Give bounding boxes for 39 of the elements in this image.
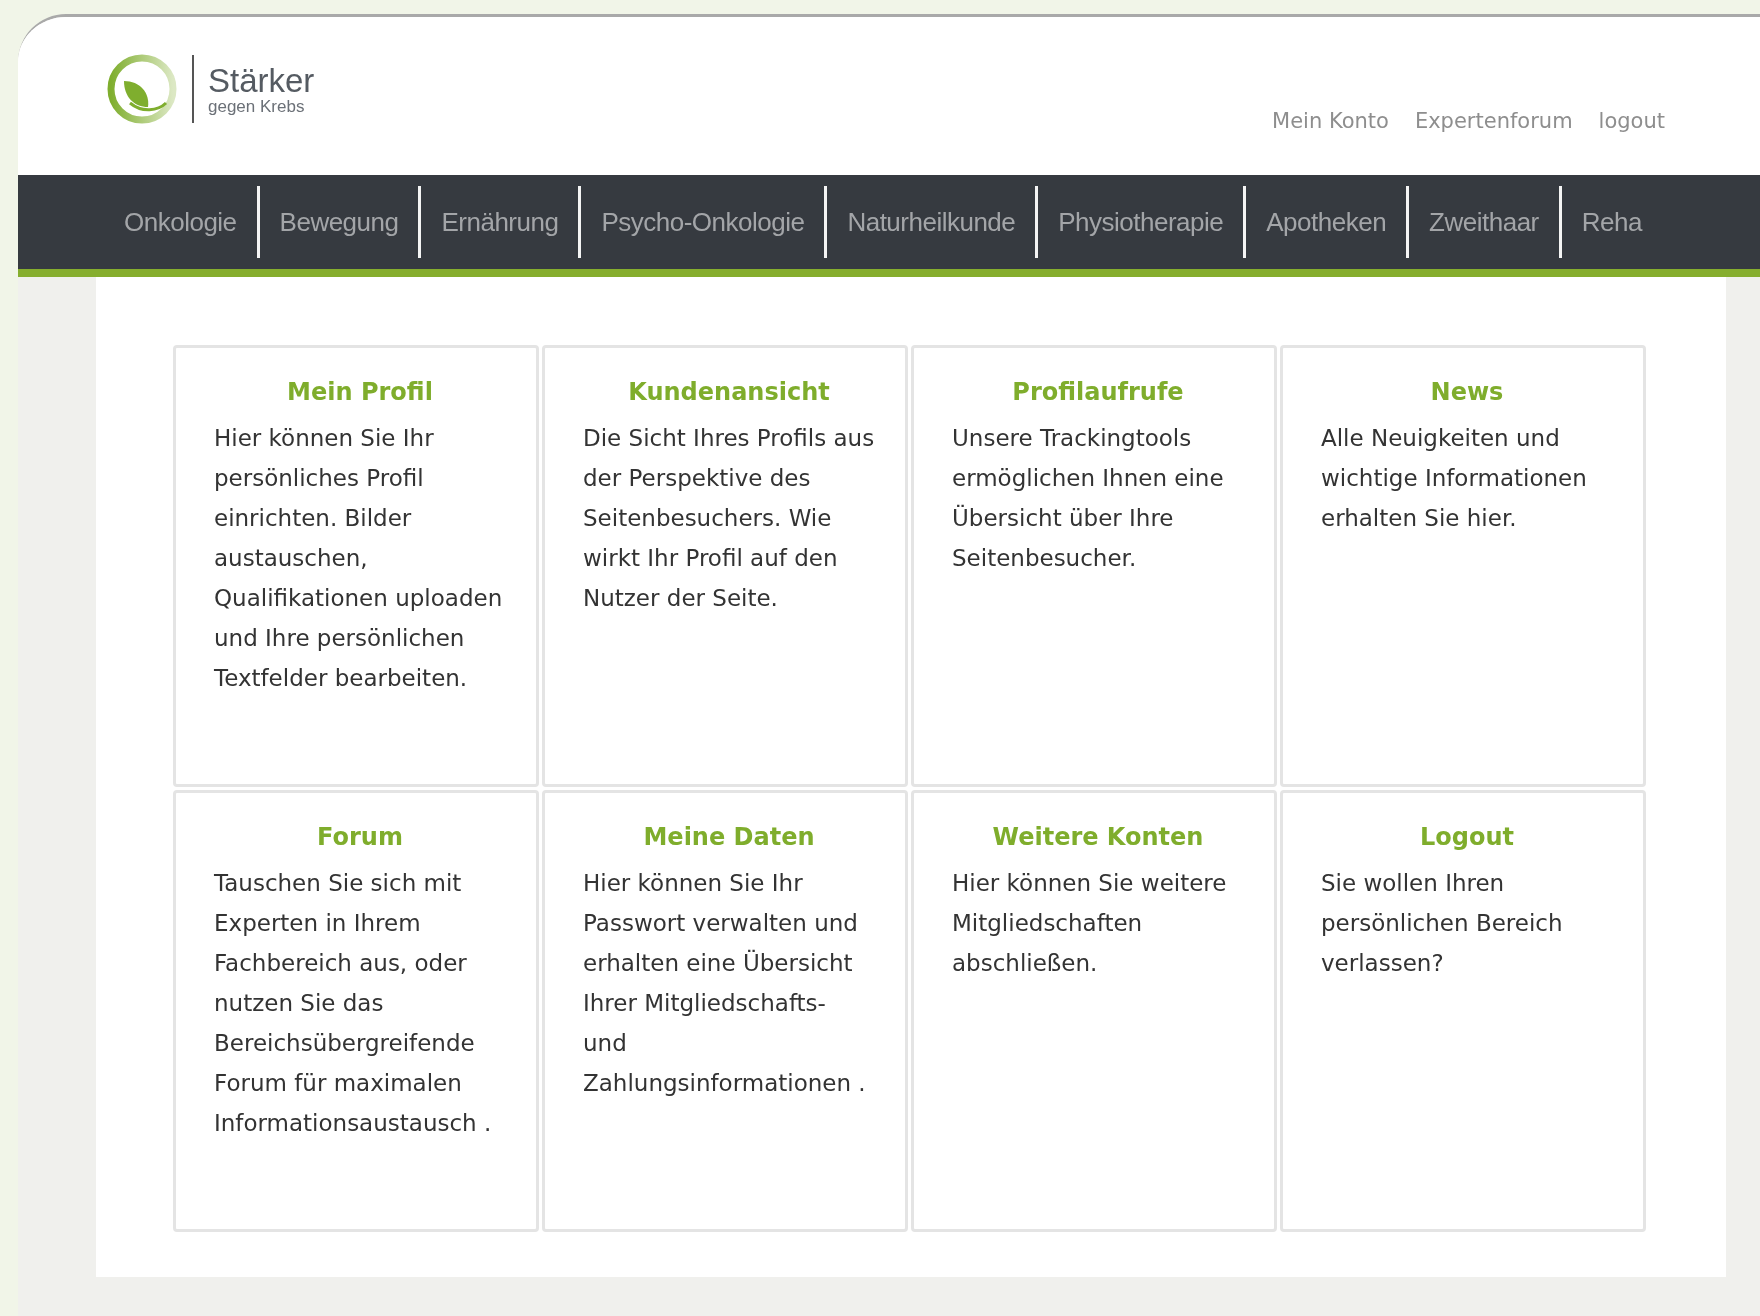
nav-link[interactable]: Naturheilkunde xyxy=(827,206,1036,238)
dashboard-card[interactable]: Kundenansicht Die Sicht Ihres Profils aus der Perspektive des Seitenbesuchers. Wie wirkt Ihr Profil auf den Nutzer der Seite. xyxy=(542,345,908,787)
dashboard-card[interactable]: Weitere Konten Hier können Sie weitere Mitgliedschaften abschließen. xyxy=(911,790,1277,1232)
nav-link[interactable]: Ernährung xyxy=(421,206,579,238)
card-description: Sie wollen Ihren persönlichen Bereich verlassen? xyxy=(1321,869,1564,978)
card-description: Hier können Sie Ihr Passwort verwalten und erhalten eine Übersicht Ihrer Mitgliedschafts- und Zahlungsinformationen . xyxy=(583,869,867,1098)
card-description: Alle Neuigkeiten und wichtige Informationen erhalten Sie hier. xyxy=(1321,424,1588,533)
nav-link[interactable]: Onkologie xyxy=(104,206,257,238)
dashboard-card[interactable]: Profilaufrufe Unsere Trackingtools ermöglichen Ihnen eine Übersicht über Ihre Seitenbesucher. xyxy=(911,345,1277,787)
card-title: Kundenansicht xyxy=(627,378,831,406)
card-title: Mein Profil xyxy=(286,378,434,406)
card-title: Weitere Konten xyxy=(991,823,1205,851)
card-title: News xyxy=(1429,378,1505,406)
dashboard-card[interactable]: Meine Daten Hier können Sie Ihr Passwort verwalten und erhalten eine Übersicht Ihrer Mitgliedschafts- und Zahlungsinformationen . xyxy=(542,790,908,1232)
header-link[interactable]: Mein Konto xyxy=(1272,109,1389,133)
dashboard-card[interactable]: Logout Sie wollen Ihren persönlichen Bereich verlassen? xyxy=(1280,790,1646,1232)
nav-link[interactable]: Physiotherapie xyxy=(1038,206,1244,238)
card-title: Logout xyxy=(1419,823,1515,851)
dashboard-card[interactable]: News Alle Neuigkeiten und wichtige Informationen erhalten Sie hier. xyxy=(1280,345,1646,787)
card-description: Tauschen Sie sich mit Experten in Ihrem Fachbereich aus, oder nutzen Sie das Bereichsübergreifende Forum für maximalen Informationsaustausch . xyxy=(214,869,493,1138)
nav-link[interactable]: Reha xyxy=(1561,206,1662,238)
nav-link[interactable]: Zweithaar xyxy=(1409,206,1559,238)
nav-link[interactable]: Apotheken xyxy=(1246,206,1407,238)
logo-subtitle: gegen Krebs xyxy=(208,97,306,115)
nav-link[interactable]: Psycho-Onkologie xyxy=(581,206,825,238)
nav-link[interactable]: Bewegung xyxy=(259,206,419,238)
card-title: Forum xyxy=(316,823,404,851)
card-description: Hier können Sie Ihr persönliches Profil einrichten. Bilder austauschen, Qualifikationen uploaden und Ihre persönlichen Textfelder bearbeiten. xyxy=(214,424,504,693)
card-description: Hier können Sie weitere Mitgliedschaften abschließen. xyxy=(952,869,1228,978)
header-link[interactable]: logout xyxy=(1598,109,1665,133)
card-title: Profilaufrufe xyxy=(1011,378,1185,406)
dashboard-card[interactable]: Forum Tauschen Sie sich mit Experten in Ihrem Fachbereich aus, oder nutzen Sie das Bereichsübergreifende Forum für maximalen Informationsaustausch . xyxy=(173,790,539,1232)
leaf-circle-logo-icon xyxy=(106,53,178,125)
card-description: Die Sicht Ihres Profils aus der Perspektive des Seitenbesuchers. Wie wirkt Ihr Profil auf den Nutzer der Seite. xyxy=(583,424,875,613)
logo-title: Stärker xyxy=(208,63,315,97)
header-link[interactable]: Expertenforum xyxy=(1414,109,1573,133)
dashboard-card[interactable]: Mein Profil Hier können Sie Ihr persönliches Profil einrichten. Bilder austauschen, Qualifikationen uploaden und Ihre persönlichen Textfelder bearbeiten. xyxy=(173,345,539,787)
card-title: Meine Daten xyxy=(642,823,816,851)
card-description: Unsere Trackingtools ermöglichen Ihnen eine Übersicht über Ihre Seitenbesucher. xyxy=(952,424,1225,573)
